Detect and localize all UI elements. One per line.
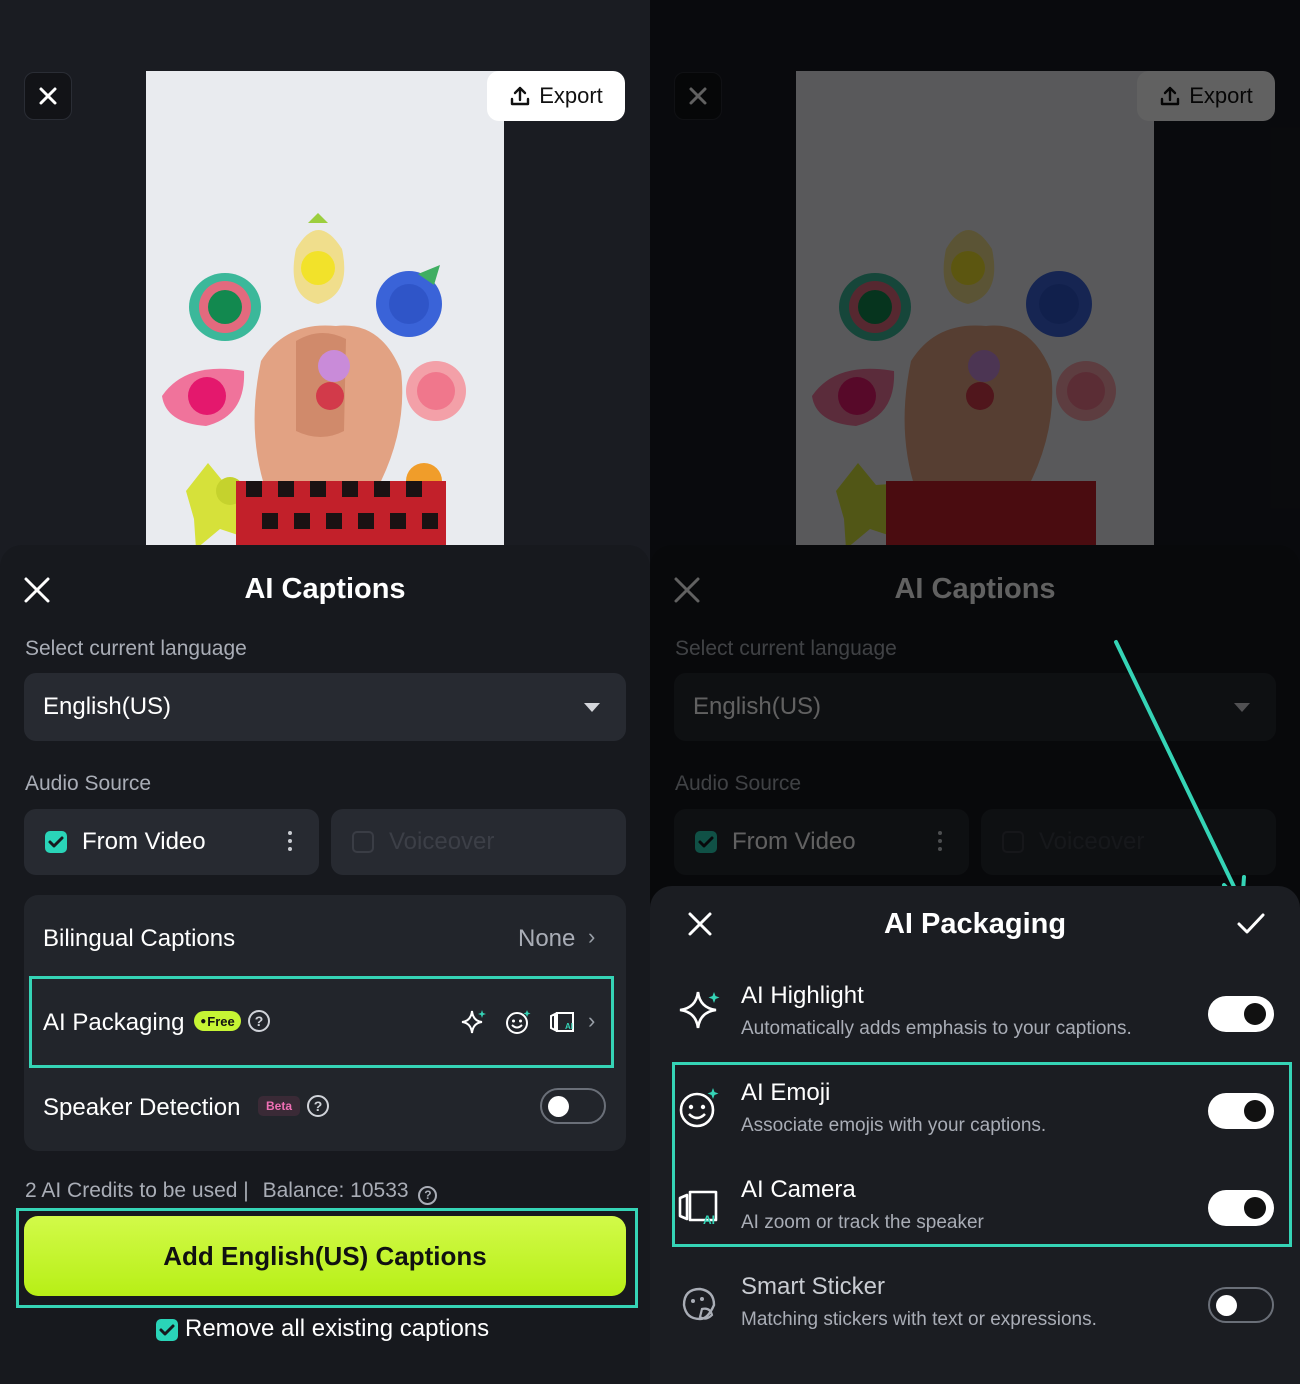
more-options-icon[interactable] [287,831,293,853]
beta-badge: Beta [258,1096,300,1116]
checkbox-unchecked-icon[interactable] [352,831,374,853]
export-button[interactable]: Export [487,71,625,121]
language-select[interactable]: English(US) [24,673,626,741]
close-icon [39,87,57,105]
source-from-video[interactable]: From Video [24,809,319,875]
sheet-title: AI Captions [244,573,406,605]
checkbox-checked-icon[interactable] [45,831,67,853]
bilingual-captions-value[interactable]: None [518,925,575,953]
dropdown-caret-icon [584,703,600,712]
video-frame-image [146,71,504,546]
export-label: Export [539,83,603,108]
top-close-button[interactable] [24,72,72,120]
credits-info: 2 AI Credits to be used | Balance: 10533… [25,1179,438,1205]
speaker-detection-label: Speaker Detection [43,1094,241,1121]
ai-captions-sheet: AI Captions Select current language Engl… [0,545,650,1384]
ai-highlight-toggle[interactable] [1208,996,1274,1032]
video-preview [146,71,504,546]
add-captions-highlight [16,1208,638,1308]
right-screen: Export AI Captions Select current langua… [650,0,1300,1384]
speaker-detection-toggle[interactable] [540,1088,606,1124]
credits-text: 2 AI Credits to be used | [25,1179,249,1202]
help-icon[interactable]: ? [307,1095,329,1117]
confirm-check-icon[interactable] [1236,911,1266,937]
source-voiceover[interactable]: Voiceover [331,809,626,875]
help-icon[interactable]: ? [418,1185,438,1205]
emoji-camera-highlight [672,1062,1292,1247]
remove-captions-label: Remove all existing captions [185,1315,490,1342]
smart-sticker-desc: Matching stickers with text or expressio… [741,1309,1097,1330]
smart-sticker-toggle[interactable] [1208,1287,1274,1323]
smart-sticker-title: Smart Sticker [741,1273,886,1300]
sparkle-icon [679,991,720,1029]
source-label: Voiceover [389,828,495,855]
bilingual-captions-label: Bilingual Captions [43,925,236,952]
source-label: From Video [82,828,206,855]
ai-packaging-highlight [29,976,614,1068]
remove-captions-checkbox[interactable] [156,1319,178,1341]
chevron-right-icon: › [588,924,596,949]
upload-icon [511,86,530,106]
sticker-icon [682,1287,716,1321]
audio-source-label: Audio Source [25,772,152,795]
left-screen: Export AI Captions Select current langua… [0,0,650,1384]
sheet-title: AI Packaging [883,908,1067,940]
ai-highlight-desc: Automatically adds emphasis to your capt… [741,1018,1132,1039]
language-value: English(US) [43,693,172,720]
ai-highlight-title: AI Highlight [741,982,864,1009]
balance-text: Balance: 10533 [262,1179,409,1202]
language-label: Select current language [25,637,247,660]
